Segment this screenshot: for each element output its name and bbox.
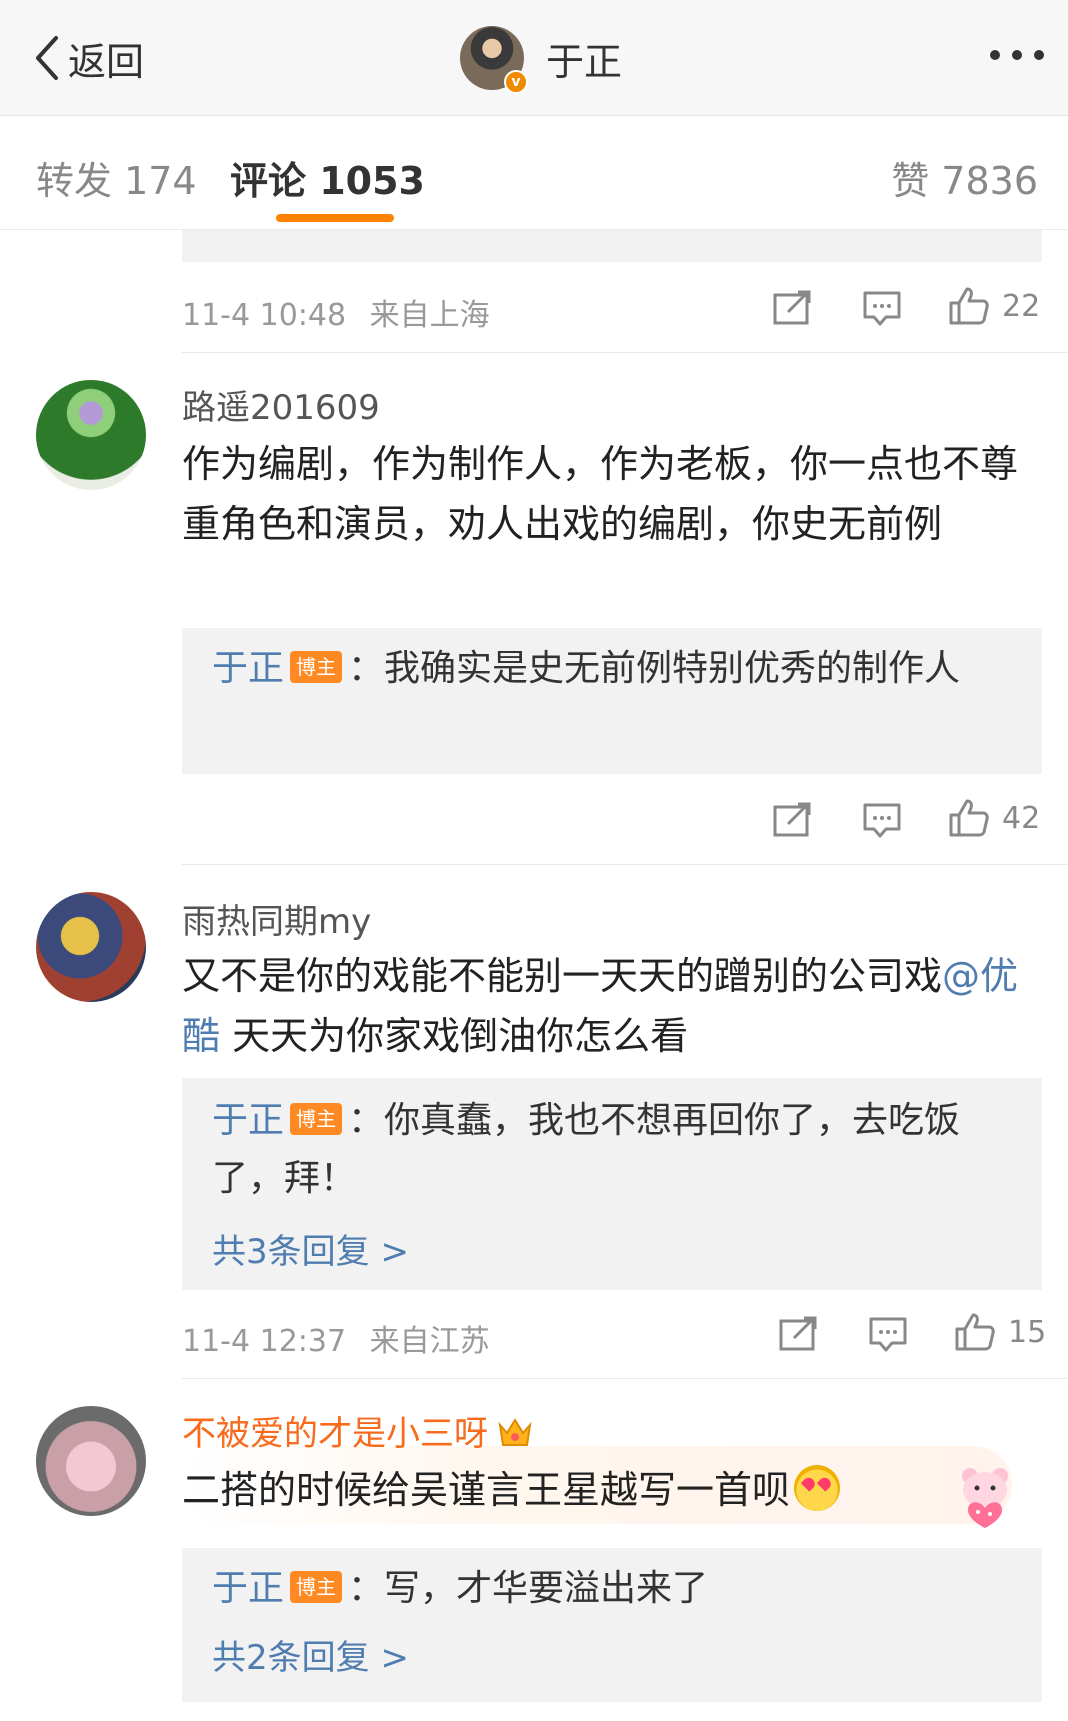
comment-text-part: 二搭的时候给吴谨言王星越写一首呗 [182,1468,791,1512]
like-count: 22 [1002,288,1041,324]
more-dot-icon [990,50,1000,60]
comment-button[interactable] [862,290,902,328]
like-button[interactable]: 15 [954,1312,1046,1352]
reply-text: 于正 博主 ：你真蠢，我也不想再回你了，去吃饭了，拜！ [212,1092,1002,1208]
comment-time: 11-4 10:48 [182,298,347,333]
more-button[interactable] [990,50,1044,60]
reply-body: ：写，才华要溢出来了 [348,1568,709,1609]
avatar[interactable] [36,1406,146,1516]
comment-username[interactable]: 不被爱的才是小三呀 [182,1406,534,1455]
profile-title[interactable]: v 于正 [460,26,623,94]
verified-badge-icon: v [504,70,528,94]
reply-author[interactable]: 于正 [212,648,284,689]
comment-button[interactable] [868,1316,908,1354]
reply-text: 于正 博主 ：我确实是史无前例特别优秀的制作人 [212,640,1002,698]
back-label: 返回 [68,39,145,84]
repost-button[interactable] [778,1316,818,1352]
more-replies-link[interactable]: 共3条回复 > [212,1224,409,1273]
like-button[interactable]: 42 [948,798,1040,838]
reply-author[interactable]: 于正 [212,1100,284,1141]
back-button[interactable]: 返回 [32,30,144,86]
active-tab-indicator [276,214,394,222]
comment-text-part: 又不是你的戏能不能别一天天的蹭别的公司戏 [182,954,943,998]
reply-text: 于正 博主 ：写，才华要溢出来了 [212,1560,1002,1618]
like-count: 15 [1008,1314,1047,1350]
author-badge: 博主 [290,651,343,683]
reply-author[interactable]: 于正 [212,1568,284,1609]
avatar[interactable] [36,892,146,1002]
like-count: 42 [1002,800,1041,836]
author-badge: 博主 [290,1103,343,1135]
more-dot-icon [1012,50,1022,60]
comment-icon [863,803,901,838]
comment-username[interactable]: 路遥201609 [182,380,380,429]
comment-text: 二搭的时候给吴谨言王星越写一首呗 [182,1460,1042,1520]
comment-source: 来自江苏 [369,1324,490,1359]
comment-text: 作为编剧，作为制作人，作为老板，你一点也不尊重角色和演员，劝人出戏的编剧，你史无… [182,442,1019,546]
author-badge: 博主 [290,1571,343,1603]
comment-button[interactable] [862,802,902,840]
divider [182,1378,1068,1379]
repost-button[interactable] [772,802,812,838]
comment-icon [869,1317,907,1352]
more-dot-icon [1034,50,1044,60]
crown-icon [498,1418,532,1446]
like-icon [949,287,989,325]
tab-repost[interactable]: 转发 174 [36,150,197,205]
comment-meta: 11-4 12:37 来自江苏 [182,1316,490,1360]
comment-icon [863,291,901,326]
page-title: 于正 [546,39,623,84]
like-icon [949,799,989,837]
username-text: 不被爱的才是小三呀 [182,1414,488,1454]
comment-text-part: 天天为你家戏倒油你怎么看 [220,1014,689,1058]
chevron-left-icon [36,36,58,80]
reply-body: ：我确实是史无前例特别优秀的制作人 [348,648,961,689]
repost-icon [773,290,811,325]
like-button[interactable]: 22 [948,286,1040,326]
tab-comments[interactable]: 评论 1053 [230,150,425,205]
repost-button[interactable] [772,290,812,326]
bear-sticker [962,1468,1008,1528]
comment-time: 11-4 12:37 [182,1324,347,1359]
avatar[interactable]: v [460,26,528,94]
avatar[interactable] [36,380,146,490]
comment-text: 又不是你的戏能不能别一天天的蹭别的公司戏@优酷 天天为你家戏倒油你怎么看 [182,946,1042,1066]
like-icon [955,1313,995,1351]
repost-icon [773,802,811,837]
repost-icon [779,1316,817,1351]
tab-likes[interactable]: 赞 7836 [891,150,1038,205]
comment-source: 来自上海 [369,298,490,333]
divider [182,864,1068,865]
tab-bar: 转发 174 评论 1053 赞 7836 [0,116,1068,230]
divider [182,352,1068,353]
comment-meta: 11-4 10:48 来自上海 [182,290,490,334]
top-nav-bar: 返回 v 于正 [0,0,1068,116]
reply-quote-box [182,230,1042,262]
comment-username[interactable]: 雨热同期my [182,894,371,943]
more-replies-link[interactable]: 共2条回复 > [212,1630,409,1679]
heart-eyes-emoji [794,1465,841,1511]
